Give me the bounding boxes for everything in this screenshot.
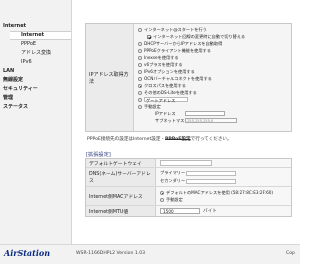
nav-wireless[interactable]: 無線設定 <box>0 76 71 85</box>
airstation-logo: AirStation <box>4 248 51 258</box>
option-label: 手動設定 <box>144 104 161 109</box>
advanced-settings-table: デフォルトゲートウェイ DNS(ネーム)サーバーアドレス プライマリー セカンダ… <box>85 158 292 217</box>
mtu-unit: バイト <box>203 209 217 214</box>
note-suffix: で行ってください。 <box>190 137 232 142</box>
option-ocn-virtual[interactable]: OCNバーチャルコネクトを使用する <box>138 75 291 82</box>
option-auto-switch[interactable]: インターネット回線の変更時に自動で切り替える <box>138 33 291 40</box>
subnet-mask-label: サブネットマスク <box>155 118 189 123</box>
dns-primary-input[interactable] <box>186 170 236 176</box>
mtu-label: Internet側MTU値 <box>86 206 156 216</box>
radio-pppoe-client[interactable] <box>138 48 142 53</box>
mac-default-label: デフォルトのMACアドレスを使用 (58:27:8C:E3:2F:60) <box>166 189 274 195</box>
sidebar-nav: Internet Internet PPPoE アドレス変換 IPv6 LAN … <box>0 0 72 244</box>
dns-label: DNS(ネーム)サーバーアドレス <box>86 168 156 186</box>
ip-method-label: IPアドレス取得方法 <box>86 24 134 131</box>
mtu-row: Internet側MTU値 1500 バイト <box>86 206 291 216</box>
radio-manual[interactable] <box>138 104 142 109</box>
option-label: IPv6オプションを使用する <box>144 69 195 74</box>
option-dhcp[interactable]: DHCPサーバーからIPアドレスを自動取得 <box>138 40 291 47</box>
mac-label: Internet側MACアドレス <box>86 187 156 205</box>
ip-address-label: IPアドレス <box>155 111 176 116</box>
mtu-cell: 1500 バイト <box>156 206 291 216</box>
pppoe-note: PPPoE接続先の設定はInternet設定 - PPPoE設定で行ってください… <box>87 136 232 142</box>
option-v6plus[interactable]: v6プラスを使用する <box>138 61 291 68</box>
checkbox-auto-switch[interactable] <box>147 34 151 39</box>
option-label: v6プラスを使用する <box>144 62 183 67</box>
radio-v6plus[interactable] <box>138 62 142 67</box>
nav-ipv6[interactable]: IPv6 <box>0 58 71 67</box>
dns-secondary-line: セカンダリー <box>160 177 291 185</box>
dns-cell: プライマリー セカンダリー <box>156 168 291 186</box>
option-pppoe-client[interactable]: PPPoEクライアント機能を使用する <box>138 47 291 54</box>
dns-secondary-input[interactable] <box>186 178 236 184</box>
radio-gateway[interactable] <box>138 97 142 102</box>
radio-ipv6-option[interactable] <box>138 69 142 74</box>
radio-crosspass[interactable] <box>138 83 142 88</box>
mac-row: Internet側MACアドレス デフォルトのMACアドレスを使用 (58:27… <box>86 187 291 206</box>
advanced-settings-title: [拡張設定] <box>86 152 111 158</box>
option-label: インターネット@スタートを行う <box>144 27 207 32</box>
radio-inexse[interactable] <box>138 55 142 60</box>
option-crosspass[interactable]: クロスパスを使用する <box>138 82 291 89</box>
mac-default-option[interactable]: デフォルトのMACアドレスを使用 (58:27:8C:E3:2F:60) <box>160 189 291 196</box>
nav-address-translation[interactable]: アドレス変換 <box>0 49 71 58</box>
mac-cell: デフォルトのMACアドレスを使用 (58:27:8C:E3:2F:60) 手動設… <box>156 187 291 205</box>
dns-row: DNS(ネーム)サーバーアドレス プライマリー セカンダリー <box>86 168 291 187</box>
gateway-input[interactable]: ゲートアドレス <box>144 97 188 103</box>
nav-lan[interactable]: LAN <box>0 67 71 76</box>
option-inexse[interactable]: Inexseを使用する <box>138 54 291 61</box>
mtu-line: 1500 バイト <box>160 208 291 214</box>
option-label: PPPoEクライアント機能を使用する <box>144 48 211 53</box>
option-ds-lite[interactable]: その他のDS-Liteを使用する <box>138 89 291 96</box>
mac-manual-option[interactable]: 手動設定 <box>160 196 291 203</box>
ip-method-table: IPアドレス取得方法 インターネット@スタートを行う インターネット回線の変更時… <box>85 23 292 132</box>
option-label: DHCPサーバーからIPアドレスを自動取得 <box>144 41 223 46</box>
dns-primary-label: プライマリー <box>160 170 186 175</box>
nav-pppoe[interactable]: PPPoE <box>0 40 71 49</box>
radio-mac-default[interactable] <box>160 190 164 195</box>
option-label: Inexseを使用する <box>144 55 179 60</box>
option-label: その他のDS-Liteを使用する <box>144 90 197 95</box>
mtu-input[interactable]: 1500 <box>160 208 200 214</box>
radio-ds-lite[interactable] <box>138 90 142 95</box>
radio-mac-manual[interactable] <box>160 197 164 202</box>
ip-address-input[interactable] <box>185 111 225 116</box>
default-gateway-cell <box>156 159 291 167</box>
dns-secondary-label: セカンダリー <box>160 178 186 183</box>
option-label: OCNバーチャルコネクトを使用する <box>144 76 212 81</box>
ip-method-options: インターネット@スタートを行う インターネット回線の変更時に自動で切り替える D… <box>134 24 291 131</box>
manual-ip-row: IPアドレス <box>138 110 291 117</box>
nav-status[interactable]: ステータス <box>0 103 71 112</box>
nav-security[interactable]: セキュリティー <box>0 85 71 94</box>
option-label: インターネット回線の変更時に自動で切り替える <box>153 34 246 39</box>
default-gateway-row: デフォルトゲートウェイ <box>86 159 291 168</box>
radio-internet-start[interactable] <box>138 27 142 32</box>
default-gateway-input[interactable] <box>160 160 212 166</box>
nav-internet-group[interactable]: Internet <box>0 22 71 31</box>
manual-subnet-row: サブネットマスク 255.255.255.0 <box>138 117 291 124</box>
option-gateway[interactable]: ゲートアドレス <box>138 96 291 103</box>
option-ipv6-option[interactable]: IPv6オプションを使用する <box>138 68 291 75</box>
dns-primary-line: プライマリー <box>160 169 291 177</box>
radio-dhcp[interactable] <box>138 41 142 46</box>
footer: AirStation WSR-1166DHPL2 Version 1.03 Co… <box>0 244 300 264</box>
default-gateway-label: デフォルトゲートウェイ <box>86 159 156 167</box>
option-label: クロスパスを使用する <box>144 83 186 88</box>
note-prefix: PPPoE接続先の設定はInternet設定 - <box>87 137 166 142</box>
mac-manual-label: 手動設定 <box>166 196 183 202</box>
version-text: WSR-1166DHPL2 Version 1.03 <box>76 251 146 256</box>
radio-ocn-virtual[interactable] <box>138 76 142 81</box>
option-manual[interactable]: 手動設定 <box>138 103 291 110</box>
subnet-mask-select[interactable]: 255.255.255.0 <box>185 118 237 123</box>
option-internet-start[interactable]: インターネット@スタートを行う <box>138 26 291 33</box>
copyright-text: Cop <box>286 251 295 256</box>
nav-internet[interactable]: Internet <box>10 31 71 40</box>
pppoe-settings-link[interactable]: PPPoE設定 <box>165 137 191 142</box>
nav-admin[interactable]: 管理 <box>0 94 71 103</box>
